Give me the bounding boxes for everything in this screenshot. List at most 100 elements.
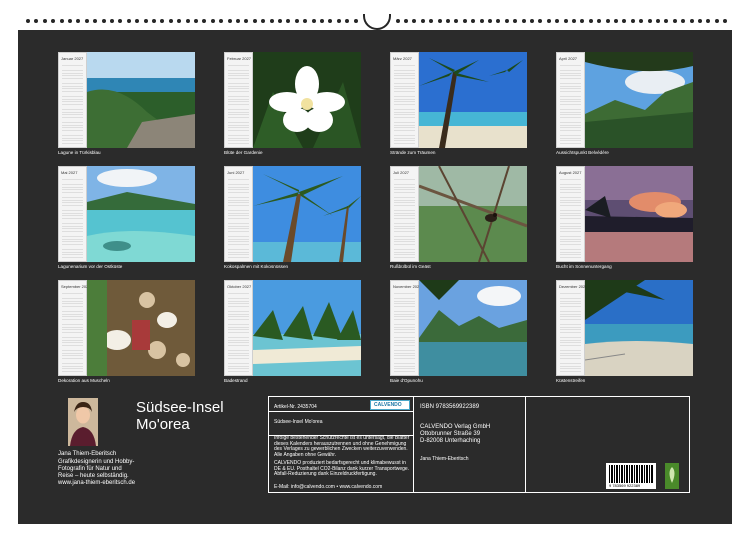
month-label: Januar 2027	[61, 56, 84, 61]
month-calendar-strip: Juli 2027	[390, 166, 419, 262]
month-photo	[419, 280, 527, 376]
month-label: Mai 2027	[61, 170, 78, 175]
binding-hole	[580, 19, 585, 23]
binding-hole	[202, 19, 207, 23]
month-label: Juli 2027	[393, 170, 410, 175]
publisher-city: D-82008 Unterhaching	[420, 438, 481, 444]
day-lines	[394, 291, 415, 372]
day-lines	[228, 63, 249, 144]
month-label: Februar 2027	[227, 56, 252, 61]
binding-hole	[93, 19, 98, 23]
author-name: Jana Thiem-Eberitsch	[58, 451, 117, 457]
month-label: November 2027	[393, 284, 422, 289]
month-caption: Aussichtspunkt Belvédère	[556, 150, 609, 155]
binding-hole	[152, 19, 156, 23]
binding-hole	[572, 19, 576, 23]
binding-hole	[681, 19, 686, 23]
binding-hole	[446, 19, 450, 23]
month-calendar-strip: April 2027	[556, 52, 585, 148]
binding-hole	[479, 19, 484, 23]
month-label: Juni 2027	[227, 170, 245, 175]
day-lines	[228, 291, 249, 372]
binding-hole	[311, 19, 316, 23]
month-calendar-strip: Juni 2027	[224, 166, 253, 262]
day-lines	[560, 63, 581, 144]
month-tile: Juni 2027 Kokospalmen mit Kokosnüssen	[224, 166, 361, 269]
day-lines	[560, 291, 581, 372]
binding-hole	[227, 19, 232, 23]
publisher-name: CALVENDO Verlag GmbH	[420, 424, 491, 430]
legal-notice: Infolge bestehender Schutzrechte ist es …	[274, 435, 410, 458]
calvendo-logo: CALVENDO	[370, 400, 410, 410]
author-bio: Grafikdesignerin und Hobby-Fotografin fü…	[58, 459, 136, 486]
binding-hole	[597, 19, 602, 23]
binding-hole	[143, 19, 148, 23]
calendar-title: Südsee-Insel Mo'orea	[136, 399, 224, 433]
month-photo	[419, 166, 527, 262]
article-number: Artikel-Nr. 2435704	[274, 404, 317, 410]
month-photo	[253, 166, 361, 262]
binding-hole	[135, 19, 140, 23]
binding-hole	[353, 19, 358, 23]
binding-hole	[252, 19, 257, 23]
binding-hole	[546, 19, 551, 23]
binding-hole	[395, 19, 400, 23]
binding-hole	[488, 19, 492, 23]
binding-hole	[429, 19, 434, 23]
binding-hole	[614, 19, 618, 23]
binding-hole	[110, 19, 114, 23]
month-photo	[585, 52, 693, 148]
binding-hole	[412, 19, 417, 23]
binding-hole	[639, 19, 644, 23]
month-calendar-strip: August 2027	[556, 166, 585, 262]
month-tile: Oktober 2027 Badestrand	[224, 280, 361, 383]
binding-hole	[521, 19, 526, 23]
month-caption: Bucht im Sonnenuntergang	[556, 264, 612, 269]
month-caption: Baie d'Opunohu	[390, 378, 423, 383]
month-photo	[87, 166, 195, 262]
binding-hole	[630, 19, 635, 23]
month-calendar-strip: März 2027	[390, 52, 419, 148]
binding-hole	[530, 19, 534, 23]
month-label: August 2027	[559, 170, 582, 175]
binding-hole	[664, 19, 669, 23]
day-lines	[560, 177, 581, 258]
calendar-hanger	[363, 14, 391, 30]
binding-hole	[336, 19, 341, 23]
month-photo	[253, 52, 361, 148]
binding-hole	[513, 19, 518, 23]
binding-hole	[177, 19, 182, 23]
day-lines	[228, 177, 249, 258]
binding-hole	[706, 19, 711, 23]
binding-hole	[59, 19, 64, 23]
binding-hole	[244, 19, 249, 23]
month-caption: Badestrand	[224, 378, 248, 383]
binding-hole	[588, 19, 593, 23]
binding-hole	[76, 19, 81, 23]
title-line-1: Südsee-Insel	[136, 399, 224, 416]
month-calendar-strip: Mai 2027	[58, 166, 87, 262]
binding-hole	[194, 19, 198, 23]
month-caption: Blüte der Gardenie	[224, 150, 263, 155]
binding-hole	[294, 19, 299, 23]
binding-hole	[51, 19, 56, 23]
month-calendar-strip: Oktober 2027	[224, 280, 253, 376]
month-label: Oktober 2027	[227, 284, 252, 289]
month-label: Dezember 2027	[559, 284, 588, 289]
binding-hole	[210, 19, 215, 23]
month-photo	[585, 280, 693, 376]
day-lines	[394, 177, 415, 258]
day-lines	[62, 63, 83, 144]
binding-hole	[303, 19, 308, 23]
month-photo	[253, 280, 361, 376]
binding-hole	[219, 19, 224, 23]
binding-hole	[563, 19, 568, 23]
month-tile: August 2027 Bucht im Sonnenuntergang	[556, 166, 693, 269]
isbn-barcode: 9 783569 922389	[606, 463, 656, 489]
month-photo	[585, 166, 693, 262]
binding-hole	[328, 19, 333, 23]
eco-label-icon	[665, 463, 679, 489]
binding-hole	[420, 19, 425, 23]
binding-hole	[605, 19, 610, 23]
binding-hole	[672, 19, 677, 23]
